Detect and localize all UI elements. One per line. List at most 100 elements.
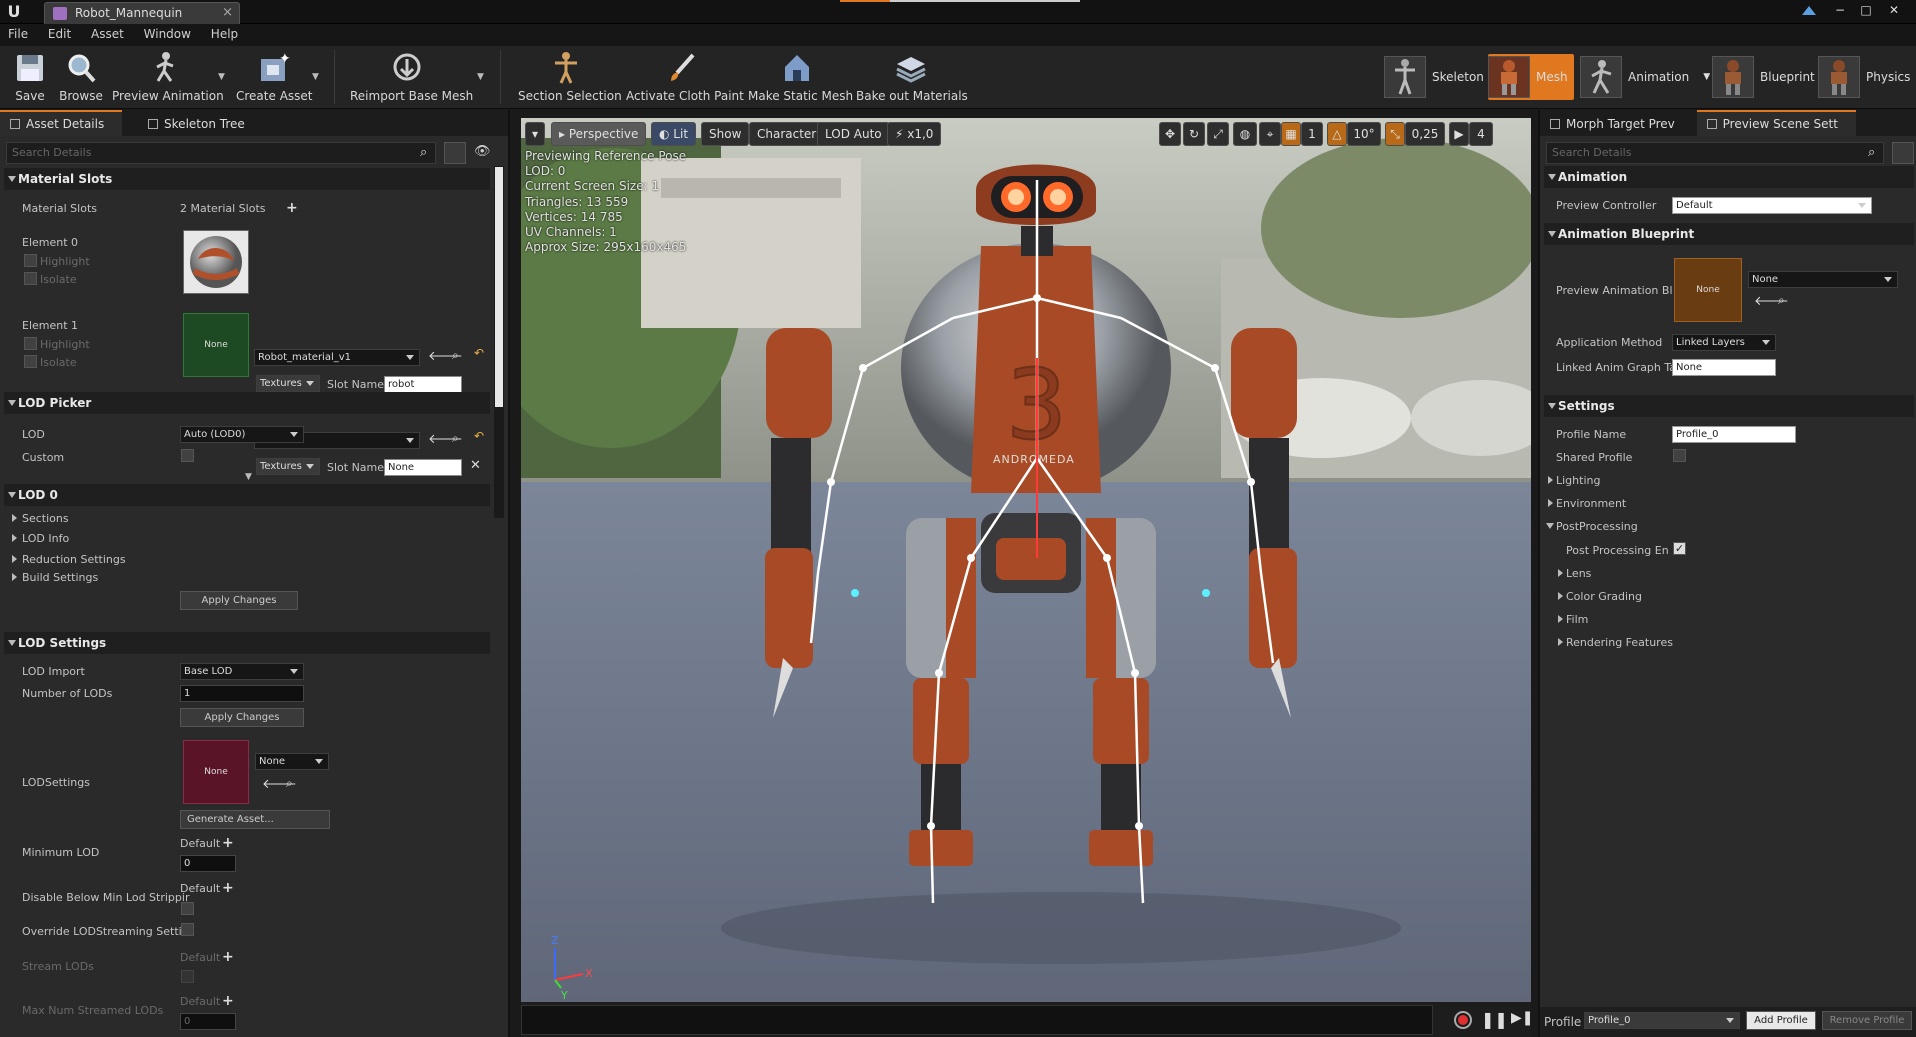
reimport-dropdown-icon[interactable]: ▼ (477, 72, 484, 82)
category-animation[interactable]: Animation (1544, 166, 1914, 188)
perspective-button[interactable]: ▸ Perspective (551, 122, 647, 146)
tab-asset-details[interactable]: Asset Details (0, 110, 123, 136)
mode-physics[interactable]: Physics (1818, 54, 1910, 100)
element0-isolate-checkbox[interactable] (24, 272, 37, 285)
min-lod-add-icon[interactable]: + (222, 836, 234, 850)
element0-highlight-checkbox[interactable] (24, 254, 37, 267)
expand-lighting-icon[interactable] (1548, 476, 1553, 484)
expand-build-icon[interactable] (12, 573, 17, 581)
menu-asset[interactable]: Asset (83, 24, 132, 44)
settings-color-grading[interactable]: Color Grading (1566, 590, 1642, 603)
scale-icon[interactable]: ⤢ (1207, 122, 1229, 146)
element1-highlight-checkbox[interactable] (24, 337, 37, 350)
grid-snap-value[interactable]: 1 (1301, 122, 1323, 146)
grid-snap-icon[interactable]: ▦ (1281, 122, 1301, 146)
category-lod0[interactable]: LOD 0 (4, 484, 490, 506)
show-button[interactable]: Show (701, 122, 750, 146)
maximize-button[interactable]: □ (1856, 2, 1876, 18)
anim-bp-browse-icon[interactable]: ⌕ (1778, 293, 1785, 308)
notification-icon[interactable] (1800, 3, 1820, 19)
anim-bp-combo[interactable]: None (1748, 271, 1898, 288)
pause-button[interactable]: ❚❚ (1481, 1010, 1508, 1029)
shared-profile-checkbox[interactable] (1673, 449, 1686, 462)
profile-name-input[interactable]: Profile_0 (1672, 426, 1796, 443)
lod-auto-button[interactable]: LOD Auto (817, 122, 890, 146)
anim-bp-thumbnail[interactable]: None (1674, 258, 1742, 322)
element0-slot-name-input[interactable]: robot (384, 376, 462, 393)
rotation-snap-icon[interactable]: △ (1327, 122, 1347, 146)
generate-asset-button[interactable]: Generate Asset... (180, 810, 330, 829)
record-button[interactable] (1454, 1011, 1472, 1029)
reimport-base-mesh-button[interactable]: Reimport Base Mesh (350, 48, 473, 106)
lod-import-combo[interactable]: Base LOD (180, 663, 304, 680)
eye-icon[interactable]: 👁 (474, 144, 491, 159)
min-lod-input[interactable]: 0 (180, 855, 236, 872)
world-local-icon[interactable]: ◍ (1233, 122, 1257, 146)
expand-color-grading-icon[interactable] (1558, 592, 1563, 600)
animation-mode-dropdown-icon[interactable]: ▼ (1703, 72, 1710, 82)
view-options-icon[interactable] (444, 142, 466, 164)
menu-edit[interactable]: Edit (40, 24, 79, 44)
camera-speed-icon[interactable]: ▶ (1449, 122, 1469, 146)
expand-lens-icon[interactable] (1558, 569, 1563, 577)
translate-icon[interactable]: ✥ (1159, 122, 1181, 146)
custom-checkbox[interactable] (181, 449, 194, 462)
lod-apply-changes-button[interactable]: Apply Changes (180, 708, 304, 727)
asset-tab[interactable]: Robot_Mannequin × (44, 2, 240, 24)
save-button[interactable]: Save (10, 48, 50, 106)
rotation-snap-value[interactable]: 10° (1347, 122, 1381, 146)
expand-environment-icon[interactable] (1548, 499, 1553, 507)
num-lods-input[interactable]: 1 (180, 685, 304, 702)
lod0-reduction-settings[interactable]: Reduction Settings (22, 553, 126, 566)
minimize-button[interactable]: − (1830, 2, 1850, 18)
element1-textures-dropdown[interactable]: Textures (256, 458, 320, 475)
unreal-logo-icon[interactable]: U (4, 2, 24, 22)
browse-button[interactable]: Browse (58, 48, 104, 106)
settings-rendering-features[interactable]: Rendering Features (1566, 636, 1673, 649)
settings-film[interactable]: Film (1566, 613, 1588, 626)
reset-arrow-icon[interactable]: ↶ (474, 346, 484, 360)
lod-combo[interactable]: Auto (LOD0) (180, 426, 304, 443)
lod0-lod-info[interactable]: LOD Info (22, 532, 69, 545)
category-lod-picker[interactable]: LOD Picker (4, 392, 490, 414)
section-selection-button[interactable]: Section Selection (518, 48, 622, 106)
lod0-sections[interactable]: Sections (22, 512, 69, 525)
expand-rendering-features-icon[interactable] (1558, 638, 1563, 646)
tab-skeleton-tree[interactable]: Skeleton Tree (138, 112, 263, 138)
scrollbar-thumb[interactable] (495, 167, 503, 407)
expand-lod-info-icon[interactable] (12, 534, 17, 542)
character-button[interactable]: Character (749, 122, 825, 146)
scale-snap-value[interactable]: 0,25 (1405, 122, 1445, 146)
lodsettings-thumbnail[interactable]: None (183, 740, 249, 804)
right-search-input[interactable]: Search Details (1546, 142, 1884, 164)
activate-cloth-paint-button[interactable]: Activate Cloth Paint (626, 48, 744, 106)
close-tab-icon[interactable]: × (222, 3, 233, 23)
disable-below-checkbox[interactable] (181, 902, 194, 915)
settings-lens[interactable]: Lens (1566, 567, 1591, 580)
step-forward-button[interactable]: ▶❚ (1511, 1010, 1534, 1026)
browse-magnifier-icon[interactable]: ⌕ (452, 348, 459, 363)
mode-blueprint[interactable]: Blueprint (1712, 54, 1815, 100)
mode-mesh[interactable]: Mesh (1488, 54, 1574, 100)
menu-file[interactable]: File (0, 24, 36, 44)
category-lod-settings[interactable]: LOD Settings (4, 632, 490, 654)
right-view-options-icon[interactable] (1892, 142, 1914, 164)
remove-slot-icon[interactable]: ✕ (470, 458, 481, 473)
expand-reduction-icon[interactable] (12, 555, 17, 563)
settings-lighting[interactable]: Lighting (1556, 474, 1600, 487)
category-settings[interactable]: Settings (1544, 395, 1914, 417)
element1-slot-name-input[interactable]: None (384, 459, 462, 476)
create-asset-dropdown-icon[interactable]: ▼ (312, 72, 319, 82)
remove-profile-button[interactable]: Remove Profile (1822, 1011, 1912, 1030)
element1-isolate-checkbox[interactable] (24, 355, 37, 368)
menu-window[interactable]: Window (136, 24, 199, 44)
preview-controller-combo[interactable]: Default (1672, 197, 1872, 214)
mode-skeleton[interactable]: Skeleton (1384, 54, 1484, 100)
camera-speed-value[interactable]: 4 (1469, 122, 1493, 146)
rotate-icon[interactable]: ↻ (1183, 122, 1205, 146)
settings-environment[interactable]: Environment (1556, 497, 1626, 510)
menu-help[interactable]: Help (203, 24, 246, 44)
expand-arrow-icon[interactable]: ▼ (245, 472, 252, 482)
preview-animation-button[interactable]: Preview Animation (112, 48, 224, 106)
make-static-mesh-button[interactable]: Make Static Mesh (748, 48, 853, 106)
